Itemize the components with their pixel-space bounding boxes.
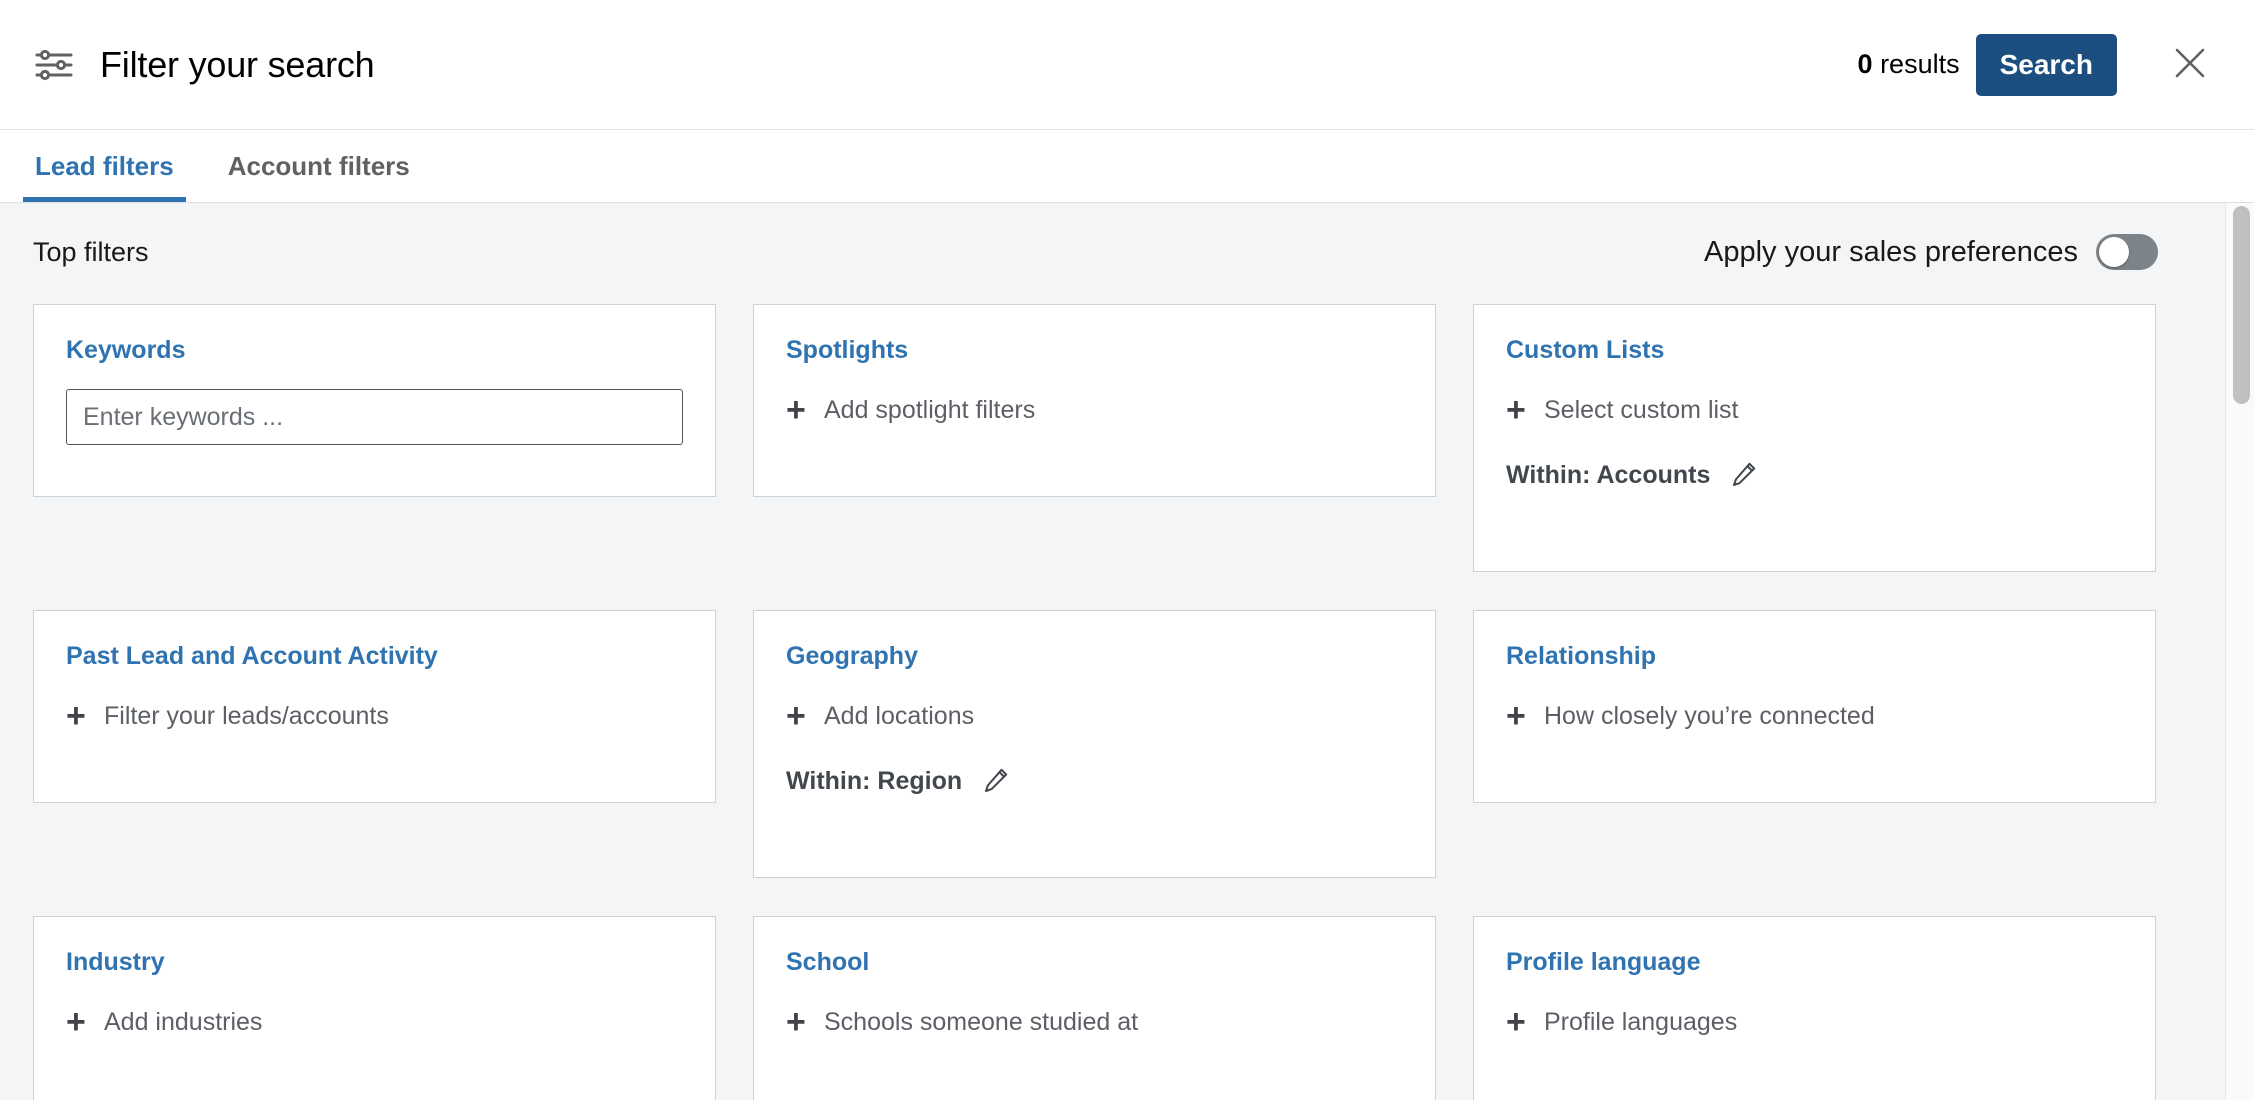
filter-search-panel: Filter your search 0 results Search Lead… xyxy=(0,0,2254,1100)
filter-card-keywords: Keywords xyxy=(33,304,716,497)
filter-card-relationship: Relationship + How closely you’re connec… xyxy=(1473,610,2156,803)
card-action-label: Filter your leads/accounts xyxy=(104,702,389,730)
within-label: Within: Accounts xyxy=(1506,460,1711,489)
close-button[interactable] xyxy=(2162,37,2218,93)
vertical-scrollbar-track[interactable] xyxy=(2225,203,2254,1100)
filter-card-custom-lists: Custom Lists + Select custom list Within… xyxy=(1473,304,2156,572)
filters-scroll-region: Top filters Apply your sales preferences… xyxy=(0,203,2254,1100)
add-locations-button[interactable]: + Add locations xyxy=(786,699,1403,733)
tab-lead-filters[interactable]: Lead filters xyxy=(23,130,186,202)
plus-icon: + xyxy=(1506,391,1526,429)
plus-icon: + xyxy=(66,697,86,735)
filter-sliders-icon xyxy=(33,44,75,86)
filter-your-leads-accounts-button[interactable]: + Filter your leads/accounts xyxy=(66,699,683,733)
edit-within-region-button[interactable] xyxy=(980,765,1012,797)
header-left-group: Filter your search xyxy=(33,44,375,86)
card-title: Profile language xyxy=(1506,948,1701,976)
card-action-label: Add industries xyxy=(104,1008,263,1036)
tab-account-filters[interactable]: Account filters xyxy=(216,130,422,202)
pencil-icon xyxy=(1730,460,1758,491)
filter-tabs: Lead filters Account filters xyxy=(0,130,2254,203)
how-closely-connected-button[interactable]: + How closely you’re connected xyxy=(1506,699,2123,733)
card-title: Geography xyxy=(786,642,918,670)
card-title: Relationship xyxy=(1506,642,1657,670)
results-count-label: results xyxy=(1880,49,1960,79)
select-custom-list-button[interactable]: + Select custom list xyxy=(1506,393,2123,427)
pencil-icon xyxy=(982,766,1010,797)
filter-card-spotlights: Spotlights + Add spotlight filters xyxy=(753,304,1436,497)
section-title: Top filters xyxy=(33,236,149,267)
card-action-label: Profile languages xyxy=(1544,1008,1738,1036)
plus-icon: + xyxy=(786,391,806,429)
filter-card-geography: Geography + Add locations Within: Region xyxy=(753,610,1436,878)
within-accounts-row: Within: Accounts xyxy=(1506,459,2123,491)
card-title: Past Lead and Account Activity xyxy=(66,642,438,670)
filter-card-profile-language: Profile language + Profile languages xyxy=(1473,916,2156,1100)
vertical-scrollbar-thumb[interactable] xyxy=(2233,206,2250,404)
card-action-label: Schools someone studied at xyxy=(824,1008,1139,1036)
results-count-number: 0 xyxy=(1857,49,1873,79)
filter-card-industry: Industry + Add industries xyxy=(33,916,716,1100)
card-title: Industry xyxy=(66,948,165,976)
card-title: School xyxy=(786,948,870,976)
card-action-label: Select custom list xyxy=(1544,396,1739,424)
panel-header: Filter your search 0 results Search xyxy=(0,0,2254,130)
filters-content: Top filters Apply your sales preferences… xyxy=(0,203,2225,1100)
card-action-label: Add locations xyxy=(824,702,975,730)
profile-languages-button[interactable]: + Profile languages xyxy=(1506,1005,2123,1039)
add-spotlight-filters-button[interactable]: + Add spotlight filters xyxy=(786,393,1403,427)
plus-icon: + xyxy=(1506,1003,1526,1041)
results-count: 0 results xyxy=(1858,49,1960,80)
toggle-knob xyxy=(2099,237,2129,267)
edit-within-accounts-button[interactable] xyxy=(1728,459,1760,491)
sales-preferences-group: Apply your sales preferences xyxy=(1704,234,2175,270)
schools-someone-studied-at-button[interactable]: + Schools someone studied at xyxy=(786,1005,1403,1039)
top-filters-header: Top filters Apply your sales preferences xyxy=(33,203,2175,295)
filter-cards-grid: Keywords Spotlights + Add spotlight filt… xyxy=(33,295,2175,1100)
plus-icon: + xyxy=(786,697,806,735)
card-action-label: How closely you’re connected xyxy=(1544,702,1875,730)
header-right-group: 0 results Search xyxy=(1858,33,2218,96)
plus-icon: + xyxy=(66,1003,86,1041)
keywords-input[interactable] xyxy=(66,389,683,445)
page-title: Filter your search xyxy=(100,43,375,85)
within-label: Within: Region xyxy=(786,766,963,795)
filter-card-past-lead-and-account-activity: Past Lead and Account Activity + Filter … xyxy=(33,610,716,803)
card-action-label: Add spotlight filters xyxy=(824,396,1036,424)
close-icon xyxy=(2173,46,2207,83)
sales-preferences-toggle[interactable] xyxy=(2096,234,2158,270)
plus-icon: + xyxy=(786,1003,806,1041)
card-title: Custom Lists xyxy=(1506,336,1665,364)
add-industries-button[interactable]: + Add industries xyxy=(66,1005,683,1039)
card-title: Spotlights xyxy=(786,336,909,364)
filter-card-school: School + Schools someone studied at xyxy=(753,916,1436,1100)
search-button[interactable]: Search xyxy=(1975,33,2117,96)
sales-preferences-label: Apply your sales preferences xyxy=(1704,235,2078,268)
within-region-row: Within: Region xyxy=(786,765,1403,797)
card-title: Keywords xyxy=(66,336,186,364)
plus-icon: + xyxy=(1506,697,1526,735)
